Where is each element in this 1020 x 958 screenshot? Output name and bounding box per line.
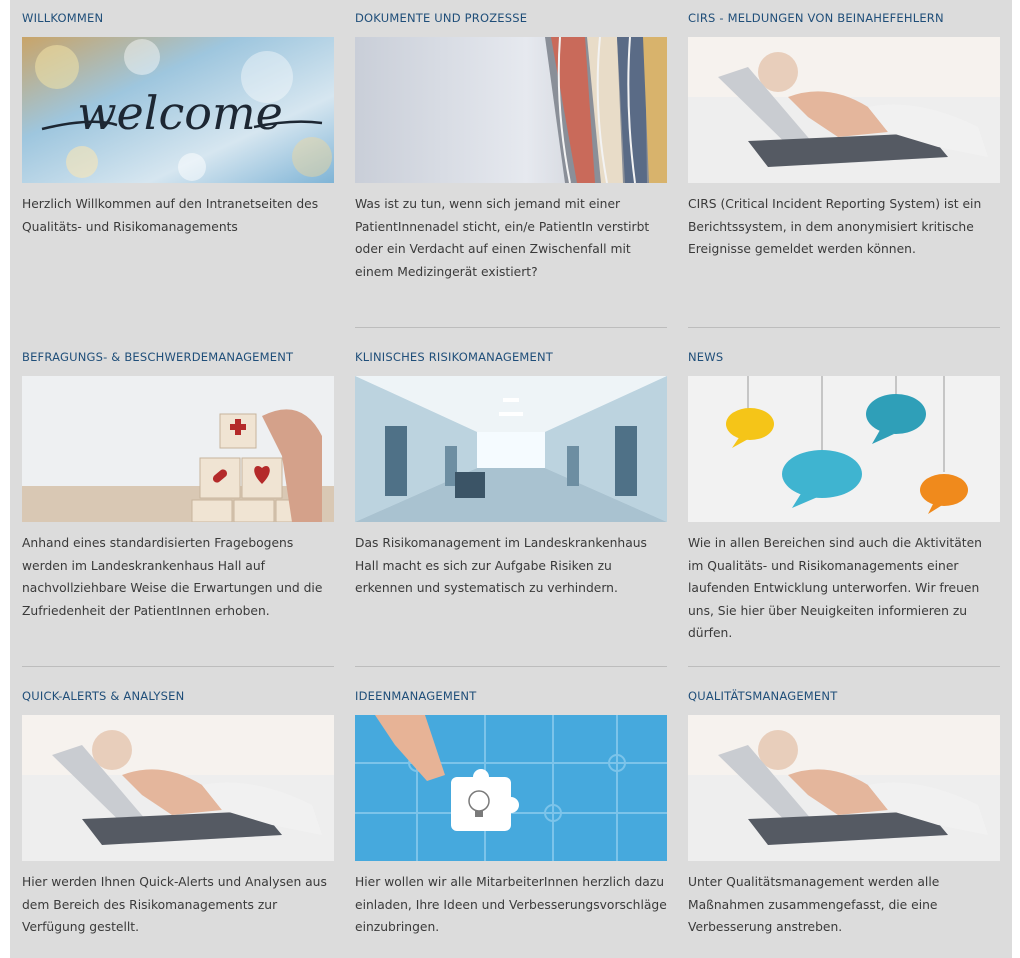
tile-heading[interactable]: IDEENMANAGEMENT [355, 689, 476, 703]
laptop-typing-image[interactable] [22, 715, 334, 861]
tile-description: Das Risikomanagement im Landeskrankenhau… [355, 536, 647, 595]
puzzle-piece-image[interactable] [355, 715, 667, 861]
tile-heading[interactable]: KLINISCHES RISIKOMANAGEMENT [355, 350, 553, 364]
welcome-image-text: welcome [77, 86, 283, 140]
tile-heading[interactable]: CIRS - MELDUNGEN VON BEINAHEFEHLERN [688, 11, 944, 25]
welcome-handwriting-image[interactable]: welcome [22, 37, 334, 183]
tile-heading[interactable]: BEFRAGUNGS- & BESCHWERDEMANAGEMENT [22, 350, 293, 364]
tile-description: Was ist zu tun, wenn sich jemand mit ein… [355, 197, 650, 279]
medical-blocks-image[interactable] [22, 376, 334, 522]
tile-heading[interactable]: QUICK-ALERTS & ANALYSEN [22, 689, 184, 703]
speech-bubbles-image[interactable] [688, 376, 1000, 522]
laptop-typing-image[interactable] [688, 715, 1000, 861]
hospital-corridor-image[interactable] [355, 376, 667, 522]
tile-heading[interactable]: WILLKOMMEN [22, 11, 103, 25]
tile-divider [688, 666, 1000, 667]
content-panel: WILLKOMMEN welcome Herzlich Willkommen a… [10, 0, 1012, 958]
tile-description: Hier wollen wir alle MitarbeiterInnen he… [355, 875, 667, 934]
tile-description: Anhand eines standardisierten Fragebogen… [22, 536, 323, 618]
tile-divider [688, 327, 1000, 328]
tile-description: Wie in allen Bereichen sind auch die Akt… [688, 536, 982, 640]
tile-description: CIRS (Critical Incident Reporting System… [688, 197, 982, 256]
magazine-pages-image[interactable] [355, 37, 667, 183]
tile-heading[interactable]: QUALITÄTSMANAGEMENT [688, 689, 837, 703]
tile-description: Unter Qualitätsmanagement werden alle Ma… [688, 875, 940, 934]
tile-description: Hier werden Ihnen Quick-Alerts und Analy… [22, 875, 327, 934]
tile-heading[interactable]: DOKUMENTE UND PROZESSE [355, 11, 527, 25]
tile-heading[interactable]: NEWS [688, 350, 723, 364]
laptop-typing-image[interactable] [688, 37, 1000, 183]
tile-divider [355, 666, 667, 667]
tile-description: Herzlich Willkommen auf den Intranetseit… [22, 197, 319, 234]
tile-divider [22, 666, 334, 667]
tile-divider [355, 327, 667, 328]
